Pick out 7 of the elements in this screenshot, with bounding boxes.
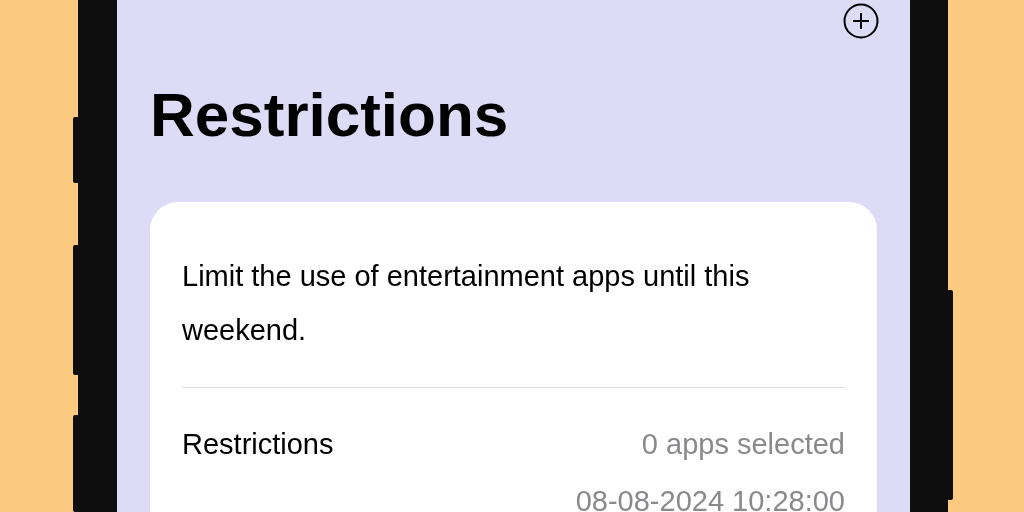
row-value: 08-08-2024 10:28:00 xyxy=(575,484,845,512)
row-label: Restrictions xyxy=(182,427,334,462)
description-text: Limit the use of entertainment apps until this weekend. xyxy=(182,259,751,348)
row-value: 0 apps selected xyxy=(641,427,845,462)
plus-circle-icon xyxy=(843,3,879,39)
add-button[interactable] xyxy=(843,3,879,39)
page-title: Restrictions xyxy=(150,79,510,151)
